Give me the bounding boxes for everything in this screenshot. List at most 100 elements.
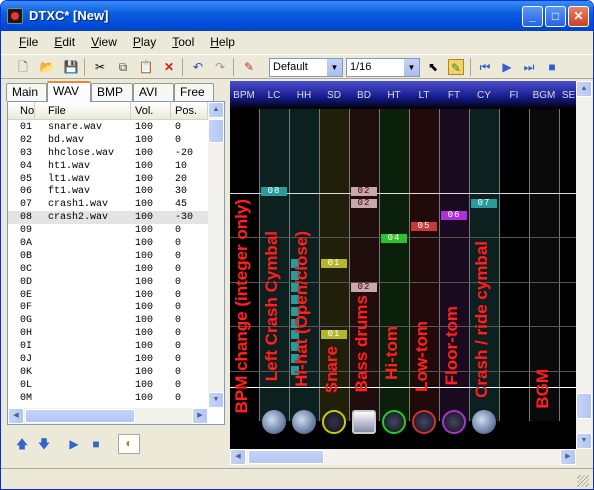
lane-fi[interactable] — [500, 109, 529, 421]
score-scroll-thumb[interactable] — [576, 393, 592, 419]
chip-lt[interactable]: 05 — [411, 222, 437, 231]
properties-icon[interactable]: ✎ — [241, 59, 257, 75]
tab-free[interactable]: Free — [174, 83, 214, 101]
menu-tool[interactable]: Tool — [164, 35, 202, 49]
select-icon[interactable]: ⬉ — [425, 59, 441, 75]
play-icon[interactable]: ▶ — [499, 59, 515, 75]
list-item[interactable]: 04 ht1.wav 100 10 — [8, 160, 208, 173]
list-horizontal-scrollbar[interactable]: ◀ ▶ — [8, 408, 208, 424]
undo-icon[interactable]: ↶ — [190, 59, 206, 75]
stop-icon[interactable]: ■ — [544, 59, 560, 75]
list-item[interactable]: 03 hhclose.wav 100 -20 — [8, 147, 208, 160]
hihat-icon — [291, 408, 317, 436]
list-item[interactable]: 0B 100 0 — [8, 250, 208, 263]
list-item[interactable]: 0M 100 0 — [8, 392, 208, 405]
cell-pos: 0 — [175, 238, 182, 250]
list-item[interactable]: 0I 100 0 — [8, 340, 208, 353]
list-hscroll-thumb[interactable] — [25, 409, 135, 423]
scroll-up-icon[interactable]: ▲ — [576, 81, 592, 97]
chip-bd[interactable]: 02 — [351, 187, 377, 196]
list-item[interactable]: 05 lt1.wav 100 20 — [8, 173, 208, 186]
score-horizontal-scrollbar[interactable]: ◀ ▶ — [230, 449, 576, 465]
header-file[interactable]: File — [35, 102, 131, 120]
scroll-left-icon[interactable]: ◀ — [230, 449, 246, 465]
minimize-button[interactable]: _ — [522, 6, 543, 27]
pen-icon[interactable]: ✎ — [448, 59, 464, 75]
save-icon[interactable]: 💾 — [63, 59, 79, 75]
list-vertical-scrollbar[interactable]: ▲ ▼ — [208, 102, 224, 408]
lane-se[interactable] — [560, 109, 576, 421]
list-item[interactable]: 0F 100 0 — [8, 301, 208, 314]
speaker-icon[interactable]: ◐ — [118, 434, 140, 454]
chevron-down-icon[interactable]: ▼ — [404, 59, 419, 76]
score-hscroll-thumb[interactable] — [248, 450, 324, 464]
list-item[interactable]: 0G 100 0 — [8, 314, 208, 327]
list-item[interactable]: 0H 100 0 — [8, 327, 208, 340]
list-item[interactable]: 0C 100 0 — [8, 263, 208, 276]
tab-wav[interactable]: WAV — [47, 81, 91, 102]
list-item[interactable]: 09 100 0 — [8, 224, 208, 237]
menu-play[interactable]: Play — [125, 35, 164, 49]
menu-view[interactable]: View — [83, 35, 125, 49]
menu-help[interactable]: Help — [202, 35, 243, 49]
title-bar[interactable]: DTXC* [New] _ □ ✕ — [1, 1, 593, 31]
chip-bd[interactable]: 02 — [351, 199, 377, 208]
app-icon[interactable] — [7, 8, 23, 24]
header-no[interactable]: No — [8, 102, 35, 120]
play-from-bar-icon[interactable]: ⏭ — [521, 59, 537, 75]
chip-sd[interactable]: 01 — [321, 259, 347, 268]
list-item[interactable]: 0K 100 0 — [8, 366, 208, 379]
move-down-icon[interactable]: 🡇 — [36, 436, 52, 452]
menu-edit[interactable]: Edit — [46, 35, 83, 49]
tab-avi[interactable]: AVI — [133, 83, 174, 101]
delete-icon[interactable]: ✕ — [161, 59, 177, 75]
chip-ht[interactable]: 04 — [381, 234, 407, 243]
header-pos[interactable]: Pos. — [171, 102, 208, 120]
list-item[interactable]: 0J 100 0 — [8, 353, 208, 366]
cut-icon[interactable]: ✂ — [92, 59, 108, 75]
list-item[interactable]: 08 crash2.wav 100 -30 — [8, 211, 208, 225]
move-up-icon[interactable]: 🡅 — [14, 436, 30, 452]
tab-main[interactable]: Main — [6, 83, 47, 101]
list-item[interactable]: 0A 100 0 — [8, 237, 208, 250]
menu-file[interactable]: File — [11, 35, 46, 49]
chip-lc[interactable]: 08 — [261, 187, 287, 196]
scroll-left-icon[interactable]: ◀ — [8, 408, 24, 424]
score-vertical-scrollbar[interactable]: ▲ ▼ — [576, 81, 592, 449]
list-item[interactable]: 06 ft1.wav 100 30 — [8, 185, 208, 198]
play-from-start-icon[interactable]: ⏮ — [477, 59, 493, 75]
scroll-down-icon[interactable]: ▼ — [576, 433, 592, 449]
maximize-button[interactable]: □ — [545, 6, 566, 27]
redo-icon[interactable]: ↷ — [212, 59, 228, 75]
chip-ft[interactable]: 06 — [441, 211, 467, 220]
open-icon[interactable]: 📂 — [39, 59, 55, 75]
close-button[interactable]: ✕ — [568, 6, 589, 27]
scroll-right-icon[interactable]: ▶ — [192, 408, 208, 424]
scroll-right-icon[interactable]: ▶ — [560, 449, 576, 465]
scroll-up-icon[interactable]: ▲ — [208, 102, 224, 118]
score-editor[interactable]: BPM LC HH SD BD HT LT FT CY FI BGM SE 00… — [230, 81, 576, 449]
wav-list[interactable]: No File Vol. Pos. 01 snare.wav 100 0 02 bd.wa… — [7, 101, 225, 425]
list-item[interactable]: 01 snare.wav 100 0 — [8, 121, 208, 134]
chevron-down-icon[interactable]: ▼ — [327, 59, 342, 76]
resize-grip-icon[interactable] — [577, 475, 589, 487]
list-item[interactable]: 0E 100 0 — [8, 289, 208, 302]
tab-bmp[interactable]: BMP — [91, 83, 133, 101]
chipset-select[interactable]: Default ▼ — [269, 58, 343, 77]
preview-play-icon[interactable]: ▶ — [66, 436, 82, 452]
list-scroll-thumb[interactable] — [208, 119, 224, 143]
new-icon[interactable]: 🗋 — [15, 59, 31, 75]
list-item[interactable]: 0D 100 0 — [8, 276, 208, 289]
list-item[interactable]: 02 bd.wav 100 0 — [8, 134, 208, 147]
paste-icon[interactable]: 📋 — [138, 59, 154, 75]
copy-icon[interactable]: ⧉ — [115, 59, 131, 75]
chip-bd[interactable]: 02 — [351, 283, 377, 292]
list-item[interactable]: 07 crash1.wav 100 45 — [8, 198, 208, 211]
list-item[interactable]: 0L 100 0 — [8, 379, 208, 392]
grid-select[interactable]: 1/16 ▼ — [346, 58, 420, 77]
chip-sd[interactable]: 01 — [321, 330, 347, 339]
chip-cy[interactable]: 07 — [471, 199, 497, 208]
scroll-down-icon[interactable]: ▼ — [208, 392, 224, 408]
header-vol[interactable]: Vol. — [131, 102, 171, 120]
preview-stop-icon[interactable]: ■ — [88, 436, 104, 452]
